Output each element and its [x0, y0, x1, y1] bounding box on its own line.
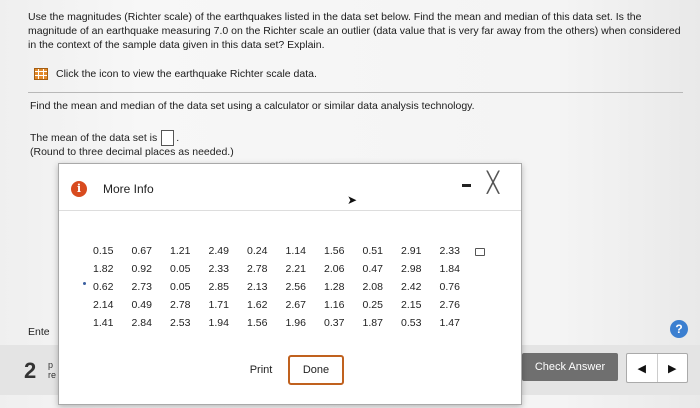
table-cell: 1.41 — [93, 317, 114, 329]
question-count-label: p re — [48, 360, 56, 380]
mean-answer-input[interactable] — [161, 130, 175, 146]
table-cell: 2.42 — [401, 281, 422, 293]
more-info-dialog: i More Info ╳ ➤ 0.15 0.67 1.21 2.49 0.24 1.14… — [58, 163, 522, 405]
row-bullet — [83, 282, 86, 285]
mean-suffix: . — [176, 132, 180, 144]
data-link[interactable]: Click the icon to view the earthquake Ri… — [34, 68, 317, 80]
table-cell: 0.67 — [131, 245, 152, 257]
mouse-cursor-icon: ➤ — [347, 193, 358, 207]
table-cell: 1.71 — [208, 299, 229, 311]
table-cell: 1.21 — [170, 245, 191, 257]
table-row: 0.15 0.67 1.21 2.49 0.24 1.14 1.56 0.51 2.91 2.33 — [93, 242, 478, 260]
question-nav: ◀ ▶ — [626, 353, 688, 383]
table-cell: 2.84 — [131, 317, 152, 329]
copy-data-icon[interactable] — [475, 248, 485, 256]
check-answer-button[interactable]: Check Answer — [522, 353, 618, 381]
table-icon[interactable] — [34, 68, 48, 80]
table-cell: 0.15 — [93, 245, 114, 257]
table-cell: 2.91 — [401, 245, 422, 257]
table-cell: 2.56 — [285, 281, 306, 293]
table-cell: 2.85 — [208, 281, 229, 293]
info-icon: i — [71, 181, 87, 197]
table-cell: 1.62 — [247, 299, 268, 311]
instruction-text: Find the mean and median of the data set… — [30, 100, 475, 112]
table-cell: 1.56 — [247, 317, 268, 329]
table-row: 0.62 2.73 0.05 2.85 2.13 2.56 1.28 2.08 2.42 0.76 — [93, 278, 478, 296]
minimize-icon[interactable] — [462, 184, 471, 187]
table-cell: 0.37 — [324, 317, 345, 329]
table-cell: 0.49 — [131, 299, 152, 311]
round-note: (Round to three decimal places as needed… — [30, 146, 234, 158]
table-row: 1.82 0.92 0.05 2.33 2.78 2.21 2.06 0.47 2.98 1.84 — [93, 260, 478, 278]
table-cell: 2.98 — [401, 263, 422, 275]
table-cell: 0.47 — [362, 263, 383, 275]
table-cell: 0.05 — [170, 263, 191, 275]
table-cell: 2.33 — [439, 245, 460, 257]
table-cell: 2.76 — [439, 299, 460, 311]
table-cell: 2.78 — [247, 263, 268, 275]
question-text: Use the magnitudes (Richter scale) of th… — [28, 11, 681, 51]
table-cell: 0.24 — [247, 245, 268, 257]
previous-button[interactable]: ◀ — [627, 354, 657, 382]
table-cell: 2.33 — [208, 263, 229, 275]
question-count-label-re: re — [48, 370, 57, 380]
table-cell: 2.49 — [208, 245, 229, 257]
data-link-label: Click the icon to view the earthquake Ri… — [56, 68, 317, 80]
mean-prompt: The mean of the data set is — [30, 132, 158, 144]
table-cell: 0.25 — [362, 299, 383, 311]
table-row: 2.14 0.49 2.78 1.71 1.62 2.67 1.16 0.25 2.15 2.76 — [93, 296, 478, 314]
dialog-title: More Info — [103, 182, 154, 196]
mean-line: The mean of the data set is . — [30, 130, 179, 146]
close-icon[interactable]: ╳ — [487, 170, 499, 194]
done-button[interactable]: Done — [288, 355, 344, 385]
table-cell: 1.82 — [93, 263, 114, 275]
dialog-header: i More Info ╳ ➤ — [59, 164, 521, 211]
table-cell: 2.15 — [401, 299, 422, 311]
table-cell: 0.76 — [439, 281, 460, 293]
table-cell: 1.16 — [324, 299, 345, 311]
table-cell: 0.62 — [93, 281, 114, 293]
table-cell: 2.78 — [170, 299, 191, 311]
table-cell: 1.84 — [439, 263, 460, 275]
question-count: 2 — [24, 358, 37, 383]
table-cell: 0.05 — [170, 281, 191, 293]
table-cell: 1.87 — [362, 317, 383, 329]
table-cell: 1.14 — [285, 245, 306, 257]
table-cell: 1.28 — [324, 281, 345, 293]
table-cell: 0.53 — [401, 317, 422, 329]
table-cell: 2.53 — [170, 317, 191, 329]
richter-data-table: 0.15 0.67 1.21 2.49 0.24 1.14 1.56 0.51 2.91 2.33… — [93, 242, 478, 332]
table-cell: 1.96 — [285, 317, 306, 329]
table-cell: 1.47 — [439, 317, 460, 329]
question-count-label-p: p — [48, 360, 54, 370]
table-cell: 2.67 — [285, 299, 306, 311]
help-icon[interactable]: ? — [670, 320, 688, 338]
divider — [28, 92, 683, 93]
table-cell: 2.73 — [131, 281, 152, 293]
enter-label: Ente — [28, 326, 50, 338]
table-cell: 0.92 — [131, 263, 152, 275]
table-cell: 2.08 — [362, 281, 383, 293]
table-cell: 2.06 — [324, 263, 345, 275]
table-cell: 0.51 — [362, 245, 383, 257]
table-cell: 1.56 — [324, 245, 345, 257]
table-cell: 2.21 — [285, 263, 306, 275]
next-button[interactable]: ▶ — [656, 354, 688, 382]
table-cell: 2.13 — [247, 281, 268, 293]
table-row: 1.41 2.84 2.53 1.94 1.56 1.96 0.37 1.87 0.53 1.47 — [93, 314, 478, 332]
table-cell: 2.14 — [93, 299, 114, 311]
table-cell: 1.94 — [208, 317, 229, 329]
print-button[interactable]: Print — [235, 356, 287, 384]
